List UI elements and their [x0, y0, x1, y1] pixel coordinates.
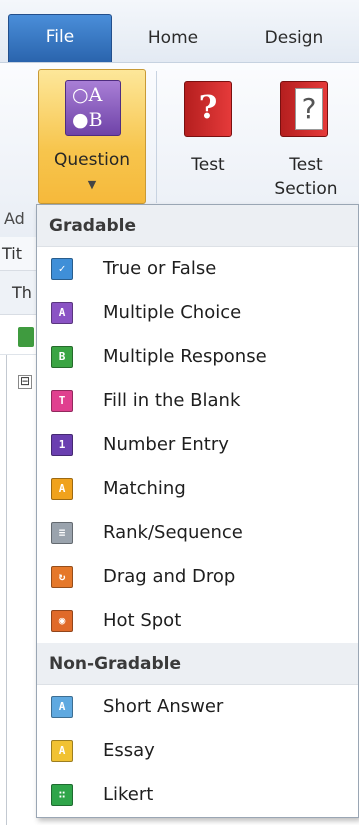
menu-item-label: Multiple Choice: [103, 302, 242, 323]
question-icon-line-b: ●B: [72, 109, 103, 131]
question-type-menu: Gradable ✓ True or False A Multiple Choi…: [36, 204, 359, 818]
hot-spot-icon: ◉: [51, 610, 73, 632]
ribbon-separator: [156, 71, 157, 203]
menu-item-multiple-response[interactable]: B Multiple Response: [37, 335, 358, 379]
menu-item-label: Short Answer: [103, 696, 224, 717]
number-entry-icon: 1: [51, 434, 73, 456]
question-button-label: Question: [53, 150, 131, 170]
theme-row-label: Th: [12, 283, 32, 302]
menu-section-header-gradable: Gradable: [37, 205, 358, 247]
test-section-icon-glyph: ?: [295, 88, 323, 130]
question-icon: ○A ●B: [65, 80, 121, 136]
test-section-button[interactable]: ? Test Section: [258, 73, 354, 199]
menu-item-number-entry[interactable]: 1 Number Entry: [37, 423, 358, 467]
fill-blank-icon: T: [51, 390, 73, 412]
menu-item-short-answer[interactable]: A Short Answer: [37, 685, 358, 729]
menu-item-label: Drag and Drop: [103, 566, 236, 587]
menu-item-likert[interactable]: ∷ Likert: [37, 773, 358, 817]
menu-item-label: Number Entry: [103, 434, 229, 455]
test-book-icon: ?: [184, 81, 232, 137]
test-button-label: Test: [191, 155, 225, 175]
ribbon-tab-bar: File Home Design: [0, 0, 359, 62]
menu-item-label: Rank/Sequence: [103, 522, 243, 543]
test-section-label-line2: Section: [274, 179, 338, 199]
tab-design[interactable]: Design: [246, 18, 342, 58]
menu-item-label: Matching: [103, 478, 186, 499]
menu-item-essay[interactable]: A Essay: [37, 729, 358, 773]
menu-item-true-or-false[interactable]: ✓ True or False: [37, 247, 358, 291]
green-book-icon: [18, 327, 34, 347]
true-false-icon: ✓: [51, 258, 73, 280]
menu-item-hot-spot[interactable]: ◉ Hot Spot: [37, 599, 358, 643]
menu-item-rank-sequence[interactable]: ≡ Rank/Sequence: [37, 511, 358, 555]
likert-icon: ∷: [51, 784, 73, 806]
menu-item-matching[interactable]: A Matching: [37, 467, 358, 511]
test-icon-glyph: ?: [198, 88, 218, 126]
test-section-label-line1: Test: [289, 155, 323, 175]
rank-sequence-icon: ≡: [51, 522, 73, 544]
essay-icon: A: [51, 740, 73, 762]
tab-home[interactable]: Home: [128, 18, 218, 58]
tree-collapse-icon[interactable]: ⊟: [18, 375, 32, 389]
multiple-response-icon: B: [51, 346, 73, 368]
tab-file[interactable]: File: [8, 14, 112, 62]
menu-item-drag-and-drop[interactable]: ↻ Drag and Drop: [37, 555, 358, 599]
question-icon-line-a: ○A: [72, 84, 103, 106]
short-answer-icon: A: [51, 696, 73, 718]
menu-item-multiple-choice[interactable]: A Multiple Choice: [37, 291, 358, 335]
dropdown-caret-icon: ▼: [87, 178, 97, 191]
multiple-choice-icon: A: [51, 302, 73, 324]
drag-drop-icon: ↻: [51, 566, 73, 588]
ribbon-group-label-left: Ad: [4, 209, 25, 228]
menu-item-label: Hot Spot: [103, 610, 182, 631]
menu-section-header-non-gradable: Non-Gradable: [37, 643, 358, 685]
menu-item-label: Essay: [103, 740, 155, 761]
test-button[interactable]: ? Test: [166, 73, 250, 193]
question-button[interactable]: ○A ●B Question ▼: [38, 69, 146, 204]
menu-item-label: True or False: [103, 258, 217, 279]
menu-item-label: Likert: [103, 784, 154, 805]
matching-icon: A: [51, 478, 73, 500]
menu-item-fill-in-the-blank[interactable]: T Fill in the Blank: [37, 379, 358, 423]
menu-item-label: Multiple Response: [103, 346, 267, 367]
test-section-book-icon: ?: [280, 81, 328, 137]
menu-item-label: Fill in the Blank: [103, 390, 241, 411]
